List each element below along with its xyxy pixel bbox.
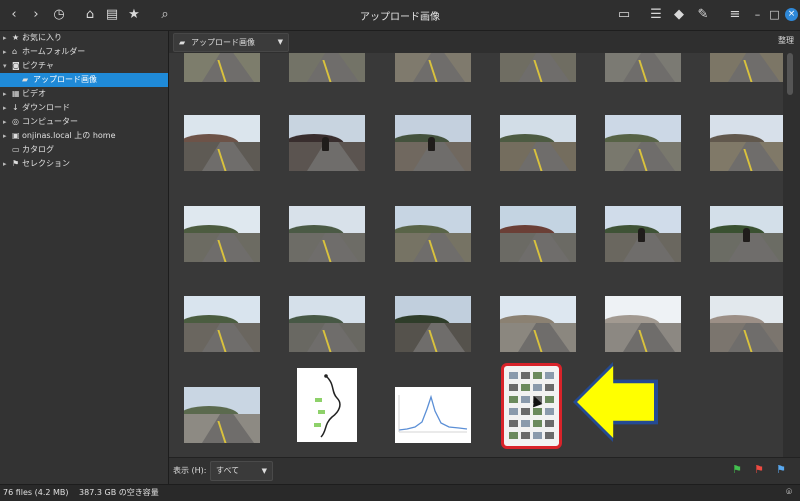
location-icon[interactable]: ⌾ (786, 485, 792, 501)
image-thumbnail[interactable] (500, 296, 576, 352)
elevation-chart-thumbnail[interactable] (395, 387, 471, 443)
image-thumbnail[interactable] (500, 53, 576, 82)
sidebar-item-video[interactable]: ▸ ▦ ビデオ (0, 87, 168, 101)
image-thumbnail[interactable] (710, 53, 783, 82)
computer-icon: ◎ (12, 117, 19, 126)
camera-icon: ◙ (12, 61, 20, 70)
close-icon[interactable]: × (785, 8, 798, 21)
title-bar: ‹ › ◷ ⌂ ▤ ★ ⌕ アップロード画像 ▭ ☰ ◆ ✎ ≡ – □ × (0, 0, 800, 31)
image-thumbnail[interactable] (605, 296, 681, 352)
blue-flag-icon[interactable]: ⚑ (776, 463, 786, 476)
image-thumbnail[interactable] (184, 115, 260, 171)
location-bar: ▰ アップロード画像 ▼ 整理 (169, 31, 800, 53)
chevron-down-icon: ▼ (261, 467, 267, 475)
status-bar: 76 files (4.2 MB) 387.3 GB の空き容量 ⌾ (0, 484, 800, 501)
home-icon: ⌂ (12, 47, 18, 56)
route-map-thumbnail[interactable] (297, 368, 357, 442)
chat-icon[interactable]: ☰ (648, 7, 664, 23)
minimize-icon[interactable]: – (751, 8, 764, 21)
network-icon: ▣ (12, 131, 20, 140)
image-thumbnail[interactable] (289, 206, 365, 262)
image-thumbnail[interactable] (289, 296, 365, 352)
chevron-down-icon: ▼ (277, 38, 283, 46)
sidebar-item-catalog[interactable]: ▭ カタログ (0, 143, 168, 157)
sidebar-item-selection[interactable]: ▸ ⚑ セレクション (0, 157, 168, 171)
sidebar-item-home[interactable]: ▸ ⌂ ホームフォルダー (0, 45, 168, 59)
image-thumbnail[interactable] (710, 296, 783, 352)
sort-button[interactable]: 整理 (778, 35, 794, 46)
show-filter-select[interactable]: すべて ▼ (210, 461, 273, 481)
sidebar-item-pictures[interactable]: ▾ ◙ ピクチャ (0, 59, 168, 73)
tag-icon[interactable]: ◆ (671, 7, 687, 23)
thumbnail-grid (169, 53, 783, 457)
download-icon: ↓ (12, 103, 19, 112)
sidebar-item-upload-images[interactable]: ▰ アップロード画像 (0, 73, 168, 87)
image-thumbnail[interactable] (605, 53, 681, 82)
sidebar-item-network-home[interactable]: ▸ ▣ onjinas.local 上の home (0, 129, 168, 143)
filter-bar: 表示 (H): すべて ▼ ⚑ ⚑ ⚑ (169, 457, 800, 484)
image-thumbnail[interactable] (184, 296, 260, 352)
sidebar-item-computer[interactable]: ▸ ◎ コンピューター (0, 115, 168, 129)
display-icon[interactable]: ▭ (616, 7, 632, 23)
image-thumbnail[interactable] (184, 387, 260, 443)
image-thumbnail[interactable] (710, 115, 783, 171)
sidebar-item-favorites[interactable]: ▸ ★ お気に入り (0, 31, 168, 45)
star-icon: ★ (12, 33, 20, 42)
image-thumbnail[interactable] (605, 206, 681, 262)
route-map-icon (314, 374, 341, 438)
image-thumbnail[interactable] (395, 206, 471, 262)
sidebar: ▸ ★ お気に入り ▸ ⌂ ホームフォルダー ▾ ◙ ピクチャ ▰ アップロード画像 ▸ ▦ ビデ… (0, 31, 169, 484)
scrollbar-thumb[interactable] (787, 53, 793, 95)
show-label: 表示 (H): (173, 466, 207, 475)
maximize-icon[interactable]: □ (768, 8, 781, 21)
elevation-chart-icon (395, 387, 471, 443)
folder-selector[interactable]: ▰ アップロード画像 ▼ (173, 33, 289, 52)
selected-thumbnail[interactable] (501, 363, 562, 449)
vertical-scrollbar[interactable] (783, 53, 800, 457)
image-thumbnail[interactable] (395, 53, 471, 82)
image-thumbnail[interactable] (395, 296, 471, 352)
image-thumbnail[interactable] (184, 53, 260, 82)
image-thumbnail[interactable] (289, 115, 365, 171)
image-thumbnail[interactable] (500, 115, 576, 171)
image-thumbnail[interactable] (500, 206, 576, 262)
image-thumbnail[interactable] (710, 206, 783, 262)
flag-icon: ⚑ (12, 159, 20, 168)
video-icon: ▦ (12, 89, 20, 98)
folder-icon: ▰ (179, 38, 186, 47)
folder-icon: ▰ (22, 75, 29, 84)
image-thumbnail[interactable] (395, 115, 471, 171)
wrench-icon[interactable]: ✎ (695, 7, 711, 23)
callout-arrow (577, 366, 654, 438)
green-flag-icon[interactable]: ⚑ (732, 463, 742, 476)
catalog-icon: ▭ (12, 145, 20, 154)
flag-filter-group: ⚑ ⚑ ⚑ (732, 463, 792, 477)
image-thumbnail[interactable] (289, 53, 365, 82)
sidebar-item-downloads[interactable]: ▸ ↓ ダウンロード (0, 101, 168, 115)
image-thumbnail[interactable] (184, 206, 260, 262)
menu-icon[interactable]: ≡ (727, 7, 743, 23)
status-text: 76 files (4.2 MB) 387.3 GB の空き容量 (3, 488, 159, 497)
red-flag-icon[interactable]: ⚑ (754, 463, 764, 476)
image-thumbnail[interactable] (605, 115, 681, 171)
